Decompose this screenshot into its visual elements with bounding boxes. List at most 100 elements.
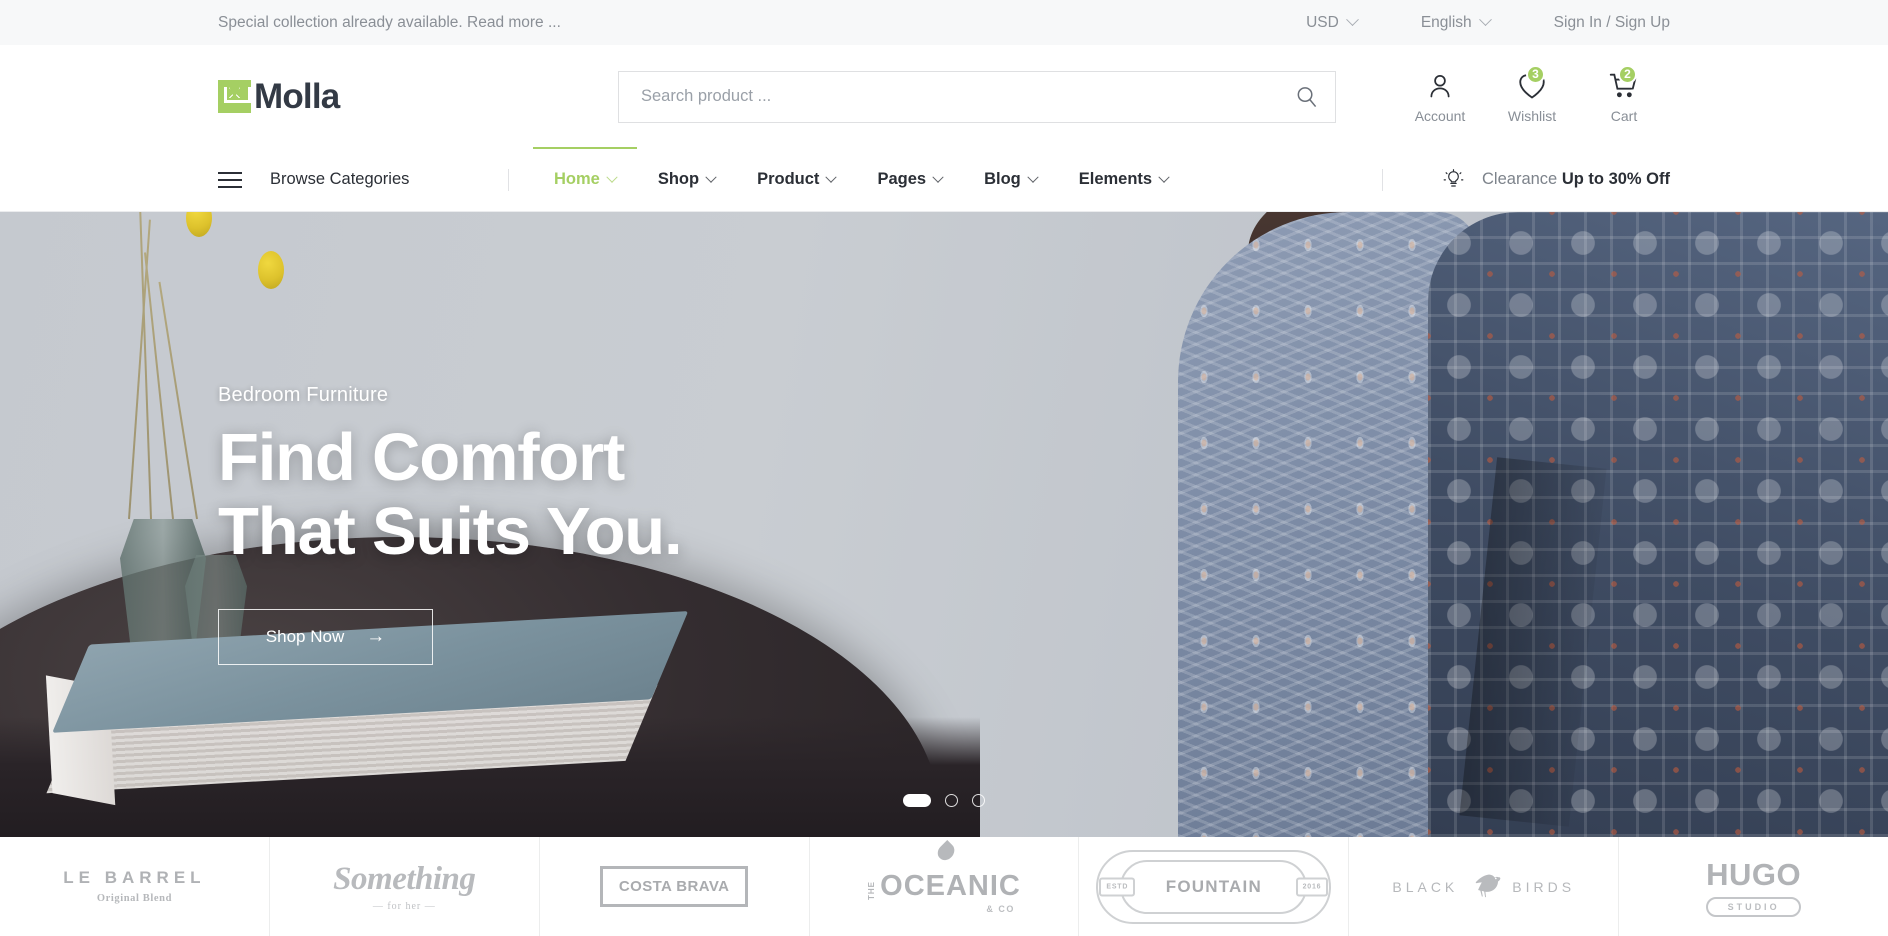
nav-divider-left bbox=[508, 168, 509, 191]
top-announcement-bar: Special collection already available. Re… bbox=[0, 0, 1888, 45]
wishlist-count-badge: 3 bbox=[1526, 64, 1545, 84]
wishlist-label: Wishlist bbox=[1507, 107, 1557, 124]
main-header: Molla Account 3 bbox=[0, 45, 1888, 148]
bird-icon bbox=[1476, 874, 1501, 897]
clearance-label: Clearance bbox=[1482, 170, 1558, 188]
brand-fountain-year: 2016 bbox=[1295, 877, 1329, 896]
brand-oceanic[interactable]: THE OCEANIC & CO bbox=[810, 837, 1080, 936]
nav-item-shop[interactable]: Shop bbox=[637, 148, 736, 211]
carousel-dot-2[interactable] bbox=[945, 794, 958, 807]
clearance-offer: Up to 30% Off bbox=[1561, 170, 1670, 188]
brand-fountain-logo: ESTD FOUNTAIN 2016 bbox=[1096, 849, 1332, 924]
brand-black-birds-logo: BLACK BIRDS bbox=[1392, 872, 1575, 902]
search-icon bbox=[1297, 87, 1316, 108]
topbar-right: USD English Sign In / Sign Up bbox=[1274, 13, 1670, 32]
nav-item-elements[interactable]: Elements bbox=[1058, 148, 1189, 211]
clearance-promo[interactable]: Clearance Up to 30% Off bbox=[1443, 169, 1670, 190]
chevron-down-icon bbox=[606, 171, 618, 183]
logo-text: Molla bbox=[254, 77, 340, 116]
wishlist-icon-wrap: 3 bbox=[1517, 64, 1547, 102]
brand-something-logo: Something — for her — bbox=[333, 860, 476, 914]
auth-label: Sign In / Sign Up bbox=[1553, 13, 1670, 31]
brand-le-barrel-tagline: Original Blend bbox=[96, 892, 173, 904]
brand-oceanic-logo: THE OCEANIC & CO bbox=[867, 840, 1021, 914]
nav-divider-right bbox=[1382, 168, 1384, 191]
cart-icon-wrap: 2 bbox=[1609, 64, 1639, 102]
brand-fountain[interactable]: ESTD FOUNTAIN 2016 bbox=[1079, 837, 1350, 936]
brand-le-barrel[interactable]: LE BARREL Original Blend bbox=[0, 837, 270, 936]
clearance-text: Clearance Up to 30% Off bbox=[1482, 170, 1670, 189]
chevron-down-icon bbox=[705, 171, 717, 183]
sign-in-sign-up-link[interactable]: Sign In / Sign Up bbox=[1522, 14, 1670, 32]
nav-item-elements-label: Elements bbox=[1078, 170, 1153, 188]
brand-fountain-estd: ESTD bbox=[1099, 877, 1136, 896]
brand-black-birds-word1: BLACK bbox=[1392, 878, 1459, 895]
shop-now-button[interactable]: Shop Now → bbox=[218, 608, 433, 665]
nav-item-home[interactable]: Home bbox=[533, 147, 637, 211]
brand-hugo-studio-logo: HUGO STUDIO bbox=[1706, 856, 1802, 918]
search-submit-button[interactable] bbox=[1277, 72, 1335, 122]
brand-costa-brava[interactable]: COSTA BRAVA bbox=[540, 837, 810, 936]
chevron-down-icon bbox=[1027, 171, 1039, 183]
chevron-down-icon bbox=[825, 171, 838, 183]
chevron-down-icon bbox=[1478, 13, 1492, 27]
brand-hugo-studio[interactable]: HUGO STUDIO bbox=[1619, 837, 1888, 936]
chevron-down-icon bbox=[1345, 13, 1359, 27]
currency-selector[interactable]: USD bbox=[1274, 13, 1389, 32]
chevron-down-icon bbox=[1158, 171, 1170, 183]
announcement-message[interactable]: Special collection already available. Re… bbox=[218, 14, 561, 31]
brand-something-name: Something bbox=[333, 860, 476, 897]
nav-item-product[interactable]: Product bbox=[736, 148, 856, 211]
hero-title: Find Comfort That Suits You. bbox=[218, 420, 683, 569]
brand-oceanic-the: THE bbox=[867, 881, 877, 900]
nav-item-blog[interactable]: Blog bbox=[963, 148, 1058, 211]
brand-le-barrel-logo: LE BARREL Original Blend bbox=[63, 868, 205, 906]
site-logo[interactable]: Molla bbox=[218, 79, 528, 114]
brand-something-tagline: — for her — bbox=[372, 901, 436, 913]
brand-black-birds[interactable]: BLACK BIRDS bbox=[1349, 837, 1620, 936]
account-button[interactable]: Account bbox=[1394, 70, 1486, 124]
nav-item-blog-label: Blog bbox=[984, 170, 1021, 188]
shop-now-label: Shop Now bbox=[265, 626, 345, 646]
brand-something[interactable]: Something — for her — bbox=[270, 837, 540, 936]
language-selector[interactable]: English bbox=[1389, 13, 1522, 32]
search-bar[interactable] bbox=[618, 70, 1336, 123]
main-navigation: Browse Categories Home Shop Product Page… bbox=[0, 147, 1888, 212]
cart-count-badge: 2 bbox=[1618, 64, 1637, 84]
brand-oceanic-co: & CO bbox=[986, 904, 1015, 914]
brand-oceanic-name: OCEANIC bbox=[880, 870, 1021, 902]
brand-fountain-name: FOUNTAIN bbox=[1165, 876, 1262, 896]
nav-item-home-label: Home bbox=[554, 170, 600, 188]
hero-content: Bedroom Furniture Find Comfort That Suit… bbox=[218, 212, 683, 837]
search-input[interactable] bbox=[619, 71, 1277, 122]
lightbulb-icon bbox=[1443, 169, 1464, 187]
chevron-down-icon bbox=[932, 171, 944, 183]
arrow-right-icon: → bbox=[366, 626, 386, 648]
carousel-dot-1[interactable] bbox=[903, 794, 931, 807]
user-icon bbox=[1430, 74, 1450, 97]
carousel-dot-3[interactable] bbox=[972, 794, 985, 807]
hamburger-menu-icon bbox=[218, 171, 242, 188]
browse-categories-label: Browse Categories bbox=[270, 170, 410, 188]
account-label: Account bbox=[1414, 107, 1466, 124]
browse-categories-button[interactable]: Browse Categories bbox=[218, 170, 508, 189]
hero-person-figure bbox=[1128, 212, 1888, 837]
hero-title-line-1: Find Comfort bbox=[218, 420, 625, 496]
nav-item-product-label: Product bbox=[757, 170, 820, 188]
nav-right-group: Clearance Up to 30% Off bbox=[1382, 168, 1670, 191]
cart-button[interactable]: 2 Cart bbox=[1578, 64, 1670, 124]
molla-logo-mark-icon bbox=[218, 80, 251, 113]
topbar-left: Special collection already available. Re… bbox=[218, 14, 1274, 32]
header-icon-group: Account 3 Wishlist 2 Cart bbox=[1394, 64, 1670, 124]
brand-le-barrel-name: LE BARREL bbox=[63, 867, 206, 887]
wishlist-button[interactable]: 3 Wishlist bbox=[1486, 64, 1578, 124]
nav-item-pages-label: Pages bbox=[877, 170, 927, 188]
brand-hugo-studio-tag: STUDIO bbox=[1706, 896, 1802, 918]
hero-subtitle: Bedroom Furniture bbox=[218, 384, 389, 407]
nav-item-pages[interactable]: Pages bbox=[856, 148, 963, 211]
account-icon-wrap bbox=[1426, 70, 1454, 102]
nav-item-shop-label: Shop bbox=[657, 170, 700, 188]
hero-title-line-2: That Suits You. bbox=[218, 494, 683, 569]
water-drop-icon bbox=[934, 840, 958, 864]
brand-black-birds-word2: BIRDS bbox=[1512, 878, 1576, 895]
